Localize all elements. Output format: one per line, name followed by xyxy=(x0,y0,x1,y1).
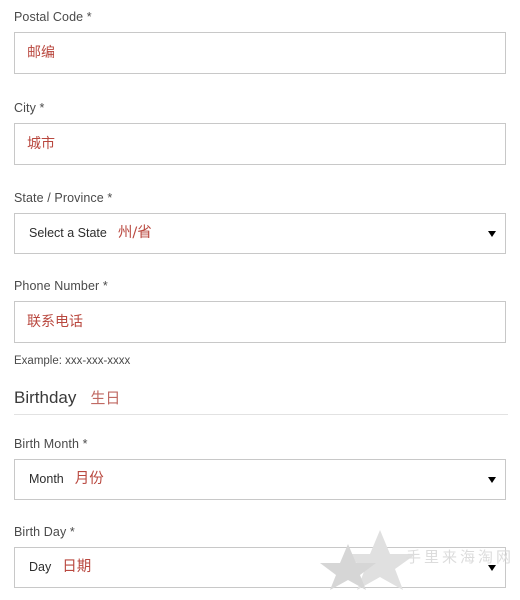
label-birth-day: Birth Day * xyxy=(14,525,75,539)
field-phone-number: Phone Number * 联系电话 xyxy=(0,279,520,343)
required-asterisk: * xyxy=(69,525,75,539)
annotation-city-cn: 城市 xyxy=(27,136,55,152)
field-postal-code: Postal Code * 邮编 xyxy=(0,10,520,74)
input-city[interactable]: 城市 xyxy=(14,123,506,165)
field-birth-day: Birth Day * Day 日期 xyxy=(0,525,520,588)
section-birthday-header: Birthday 生日 xyxy=(14,388,508,415)
label-postal-code: Postal Code * xyxy=(14,10,92,24)
required-asterisk: * xyxy=(86,10,92,24)
required-asterisk: * xyxy=(39,101,45,115)
label-phone-number: Phone Number * xyxy=(14,279,108,293)
required-asterisk: * xyxy=(82,437,88,451)
annotation-birth-month-cn: 月份 xyxy=(74,471,104,488)
select-birth-day-value: Day xyxy=(29,560,52,575)
select-state-province[interactable]: Select a State 州/省 xyxy=(14,213,506,254)
chevron-down-icon[interactable] xyxy=(488,230,496,237)
label-state-province: State / Province * xyxy=(14,191,113,205)
section-birthday: Birthday 生日 xyxy=(0,388,520,415)
annotation-phone-number-cn: 联系电话 xyxy=(27,314,83,330)
section-birthday-title: Birthday xyxy=(14,388,77,407)
required-asterisk: * xyxy=(107,191,113,205)
field-birth-month: Birth Month * Month 月份 xyxy=(0,437,520,500)
annotation-birth-day-cn: 日期 xyxy=(62,559,92,576)
label-birth-month: Birth Month * xyxy=(14,437,88,451)
annotation-state-province-cn: 州/省 xyxy=(117,225,152,242)
input-phone-number[interactable]: 联系电话 xyxy=(14,301,506,343)
select-birth-day[interactable]: Day 日期 xyxy=(14,547,506,588)
hint-phone-format: Example: xxx-xxx-xxxx xyxy=(14,355,131,367)
chevron-down-icon[interactable] xyxy=(488,564,496,571)
select-state-province-value: Select a State xyxy=(29,226,107,241)
required-asterisk: * xyxy=(102,279,108,293)
input-postal-code[interactable]: 邮编 xyxy=(14,32,506,74)
registration-address-birthday-form: Postal Code * 邮编 City * 城市 State / Provi… xyxy=(0,0,520,600)
annotation-birthday-cn: 生日 xyxy=(90,389,121,407)
field-state-province: State / Province * Select a State 州/省 xyxy=(0,191,520,254)
annotation-postal-code-cn: 邮编 xyxy=(27,45,55,61)
chevron-down-icon[interactable] xyxy=(488,476,496,483)
select-birth-month[interactable]: Month 月份 xyxy=(14,459,506,500)
field-city: City * 城市 xyxy=(0,101,520,165)
select-birth-month-value: Month xyxy=(29,472,64,487)
label-city: City * xyxy=(14,101,45,115)
